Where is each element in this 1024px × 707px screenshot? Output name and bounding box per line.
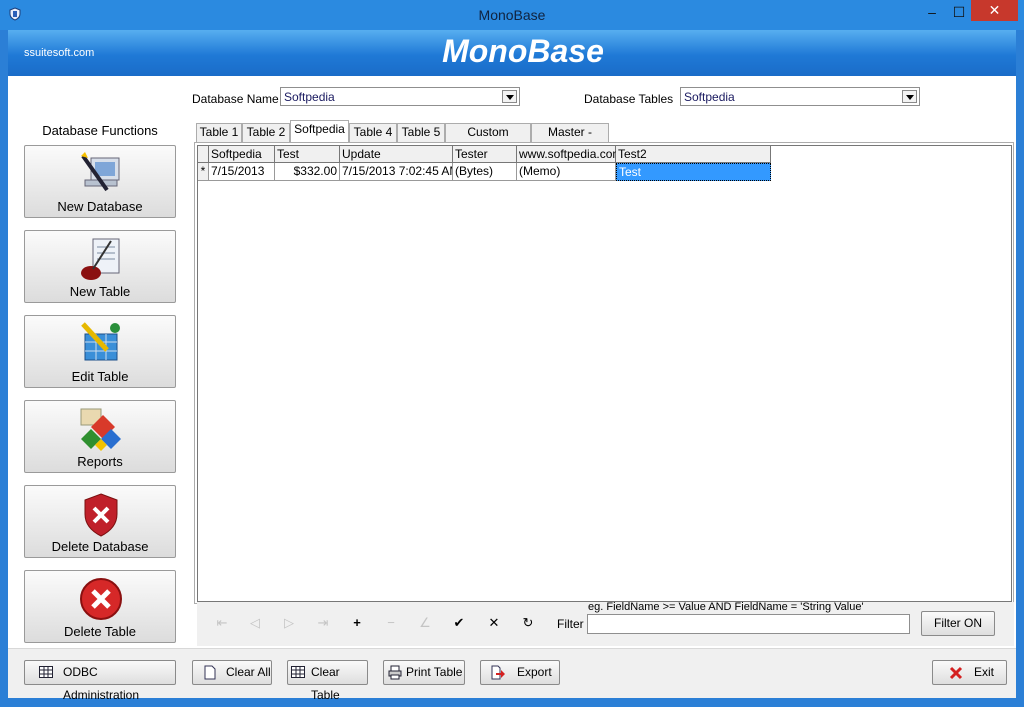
new-database-icon: [81, 152, 120, 192]
delete-database-button[interactable]: Delete Database: [24, 485, 176, 558]
table-cell[interactable]: (Bytes): [453, 163, 517, 181]
tab-master-detail[interactable]: Master - Detail: [531, 123, 609, 156]
database-tables-select[interactable]: Softpedia: [680, 87, 920, 106]
column-header[interactable]: Tester: [453, 146, 517, 163]
printer-icon: [388, 665, 402, 680]
prior-record-icon[interactable]: ◁: [245, 615, 265, 631]
banner-title: MonoBase: [442, 33, 604, 69]
chevron-down-icon[interactable]: [502, 90, 517, 103]
database-name-select[interactable]: Softpedia: [280, 87, 520, 106]
title-bar: MonoBase – ☐ ✕: [0, 0, 1024, 30]
column-header[interactable]: Test2: [616, 146, 771, 163]
table-cell-selected[interactable]: Test: [616, 163, 771, 181]
table-cell[interactable]: 7/15/2013: [209, 163, 275, 181]
app-banner: ssuitesoft.com MonoBase: [8, 30, 1016, 76]
post-record-icon[interactable]: ✔: [449, 615, 469, 631]
column-header[interactable]: Softpedia: [209, 146, 275, 163]
database-tables-label: Database Tables: [584, 92, 674, 106]
sidebar-heading: Database Functions: [42, 123, 158, 138]
row-indicator: *: [198, 163, 209, 181]
new-database-button[interactable]: New Database: [24, 145, 176, 218]
maximize-button[interactable]: ☐: [944, 0, 974, 24]
exit-button[interactable]: Exit: [932, 660, 1007, 685]
last-record-icon[interactable]: ⇥: [313, 615, 333, 631]
database-name-label: Database Name: [192, 92, 279, 106]
column-header[interactable]: www.softpedia.com: [517, 146, 622, 163]
refresh-icon[interactable]: ↻: [518, 615, 538, 631]
tab-custom-queries[interactable]: Custom Queries: [445, 123, 531, 156]
edit-record-icon[interactable]: ∠: [415, 615, 435, 631]
tab-table-1[interactable]: Table 1: [196, 123, 242, 142]
table-cell[interactable]: (Memo): [517, 163, 616, 181]
filter-label: Filter: [557, 617, 584, 631]
tab-softpedia[interactable]: Softpedia: [290, 120, 349, 143]
column-header[interactable]: Test: [275, 146, 340, 163]
next-record-icon[interactable]: ▷: [279, 615, 299, 631]
tab-table-2[interactable]: Table 2: [242, 123, 290, 142]
table-icon: [291, 666, 305, 678]
export-icon: [491, 665, 505, 680]
filter-on-button[interactable]: Filter ON: [921, 611, 995, 636]
export-button[interactable]: Export: [480, 660, 560, 685]
delete-record-icon[interactable]: −: [381, 615, 401, 631]
clear-table-button[interactable]: Clear Table: [287, 660, 368, 702]
column-header[interactable]: Update: [340, 146, 453, 163]
edit-table-icon: [81, 322, 120, 361]
first-record-icon[interactable]: ⇤: [212, 615, 232, 631]
reports-icon: [80, 408, 121, 451]
tab-table-5[interactable]: Table 5: [397, 123, 445, 142]
odbc-administration-button[interactable]: ODBC Administration: [24, 660, 176, 702]
filter-hint: eg. FieldName >= Value AND FieldName = '…: [588, 601, 864, 613]
clear-all-button[interactable]: Clear All: [192, 660, 272, 685]
minimize-button[interactable]: –: [917, 0, 947, 24]
filter-input[interactable]: [587, 614, 910, 634]
new-table-button[interactable]: New Table: [24, 230, 176, 303]
reports-button[interactable]: Reports: [24, 400, 176, 473]
table-cell[interactable]: 7/15/2013 7:02:45 AM: [340, 163, 453, 181]
tab-table-4[interactable]: Table 4: [349, 123, 397, 142]
data-grid[interactable]: [197, 145, 1012, 602]
close-icon: [949, 666, 963, 680]
delete-table-button[interactable]: Delete Table: [24, 570, 176, 643]
insert-record-icon[interactable]: +: [347, 615, 367, 631]
chevron-down-icon[interactable]: [902, 90, 917, 103]
close-button[interactable]: ✕: [971, 0, 1018, 21]
window-title: MonoBase: [478, 7, 546, 23]
new-table-icon: [81, 238, 120, 280]
table-icon: [39, 666, 53, 678]
delete-table-icon: [80, 578, 122, 620]
print-table-button[interactable]: Print Table: [383, 660, 465, 685]
blank-page-icon: [204, 665, 216, 680]
row-indicator-header: [198, 146, 209, 163]
delete-database-icon: [84, 493, 118, 537]
cancel-edit-icon[interactable]: ✕: [484, 615, 504, 631]
edit-table-button[interactable]: Edit Table: [24, 315, 176, 388]
table-cell[interactable]: $332.00: [275, 163, 340, 181]
